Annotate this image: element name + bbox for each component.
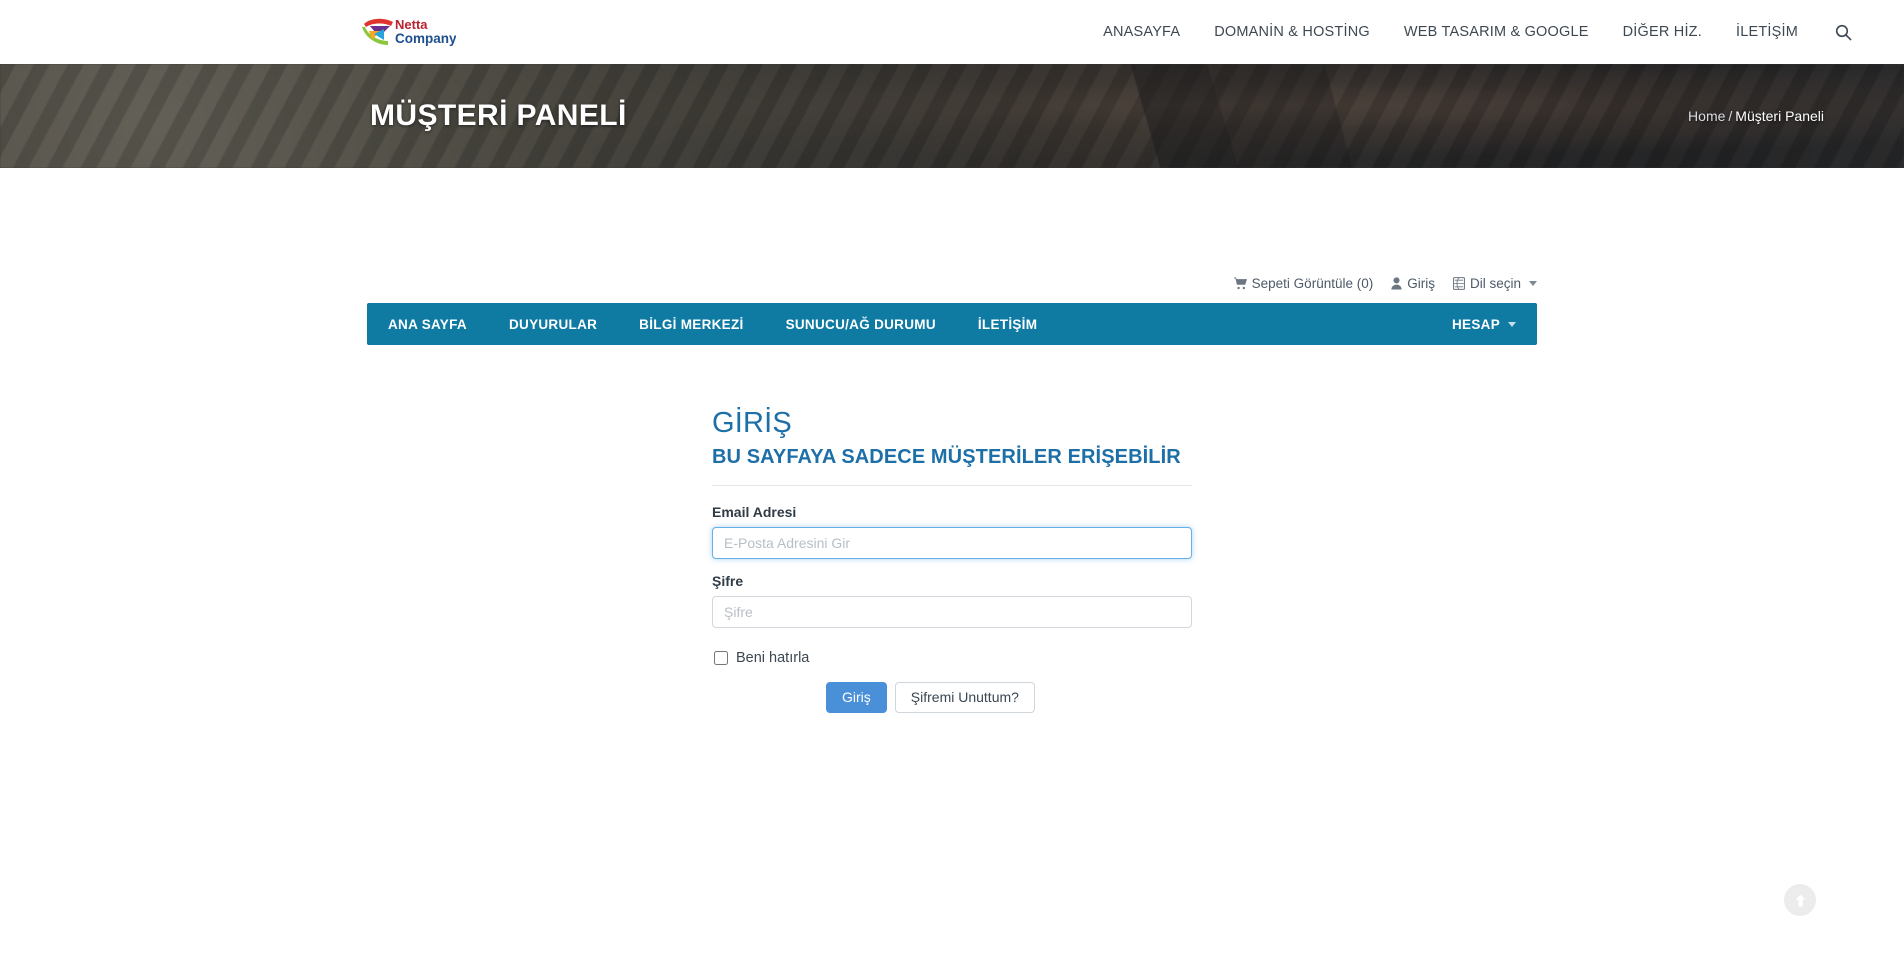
password-field[interactable] [712, 596, 1192, 628]
page-title: MÜŞTERİ PANELİ [370, 99, 627, 132]
email-field-label: Email Adresi [712, 504, 797, 520]
password-field-label: Şifre [712, 573, 744, 589]
user-icon [1391, 277, 1402, 290]
remember-me-checkbox[interactable] [714, 651, 728, 665]
nav-item-iletisim[interactable]: İLETİŞİM [1719, 0, 1815, 64]
login-page-main: GİRİŞ BU SAYFAYA SADECE MÜŞTERİLER ERİŞE… [367, 345, 1537, 714]
login-submit-button[interactable]: Giriş [826, 682, 887, 714]
login-panel: GİRİŞ BU SAYFAYA SADECE MÜŞTERİLER ERİŞE… [712, 407, 1192, 714]
topbar-login-label: Giriş [1407, 276, 1435, 291]
nav-item-diger-hiz[interactable]: DİĞER HİZ. [1606, 0, 1719, 64]
site-logo[interactable]: Netta Company [360, 15, 456, 49]
client-nav-item-iletisim[interactable]: İLETİŞİM [957, 303, 1058, 345]
client-navigation-bar: ANA SAYFA DUYURULAR BİLGİ MERKEZİ SUNUCU… [367, 303, 1537, 345]
email-field[interactable] [712, 527, 1192, 559]
breadcrumb: Home / Müşteri Paneli [1688, 108, 1824, 124]
svg-text:Netta: Netta [395, 17, 428, 32]
client-nav-hesap-label: HESAP [1451, 316, 1500, 332]
email-form-group: Email Adresi [712, 504, 1192, 559]
page-hero-banner: MÜŞTERİ PANELİ Home / Müşteri Paneli [0, 64, 1904, 168]
globe-icon [1453, 277, 1465, 290]
remember-me-label: Beni hatırla [736, 650, 810, 666]
client-area-wrapper: Sepeti Görüntüle (0) Giriş Dil seçin ANA… [367, 168, 1537, 345]
login-divider [712, 485, 1192, 486]
remember-me-row[interactable]: Beni hatırla [714, 650, 1192, 666]
login-subheading: BU SAYFAYA SADECE MÜŞTERİLER ERİŞEBİLİR [712, 446, 1181, 468]
breadcrumb-current: Müşteri Paneli [1735, 108, 1824, 124]
breadcrumb-separator: / [1728, 108, 1733, 124]
topbar-login-link[interactable]: Giriş [1391, 276, 1435, 291]
client-nav-spacer [1058, 303, 1431, 345]
site-header: Netta Company ANASAYFA DOMANİN & HOSTİNG… [0, 0, 1904, 64]
arrow-up-icon [1795, 893, 1805, 906]
language-selector[interactable]: Dil seçin [1453, 276, 1537, 291]
client-nav-item-hesap[interactable]: HESAP [1431, 303, 1537, 345]
client-top-bar: Sepeti Görüntüle (0) Giriş Dil seçin [367, 276, 1537, 303]
client-nav-item-sunucu-ag-durumu[interactable]: SUNUCU/AĞ DURUMU [765, 303, 957, 345]
svg-text:Company: Company [395, 31, 456, 46]
password-form-group: Şifre [712, 573, 1192, 628]
login-heading: GİRİŞ [712, 407, 792, 439]
view-cart-label: Sepeti Görüntüle (0) [1251, 276, 1374, 291]
nav-item-anasayfa[interactable]: ANASAYFA [1086, 0, 1197, 64]
chevron-down-icon [1529, 281, 1537, 286]
cart-icon [1233, 277, 1247, 290]
search-icon[interactable] [1815, 24, 1864, 41]
view-cart-link[interactable]: Sepeti Görüntüle (0) [1233, 276, 1374, 291]
netta-company-logo-icon: Netta Company [362, 17, 456, 46]
nav-item-domain-hosting[interactable]: DOMANİN & HOSTİNG [1197, 0, 1387, 64]
scroll-to-top-button[interactable] [1784, 884, 1816, 916]
language-selector-label: Dil seçin [1469, 276, 1521, 291]
nav-item-web-tasarim-google[interactable]: WEB TASARIM & GOOGLE [1387, 0, 1606, 64]
breadcrumb-home[interactable]: Home [1688, 108, 1725, 124]
forgot-password-button[interactable]: Şifremi Unuttum? [894, 682, 1035, 714]
chevron-down-icon [1508, 321, 1516, 327]
login-button-row: Giriş Şifremi Unuttum? [826, 682, 1192, 714]
client-nav-item-ana-sayfa[interactable]: ANA SAYFA [367, 303, 488, 345]
client-nav-item-bilgi-merkezi[interactable]: BİLGİ MERKEZİ [618, 303, 764, 345]
main-navigation: ANASAYFA DOMANİN & HOSTİNG WEB TASARIM &… [1086, 0, 1864, 64]
client-nav-item-duyurular[interactable]: DUYURULAR [488, 303, 618, 345]
